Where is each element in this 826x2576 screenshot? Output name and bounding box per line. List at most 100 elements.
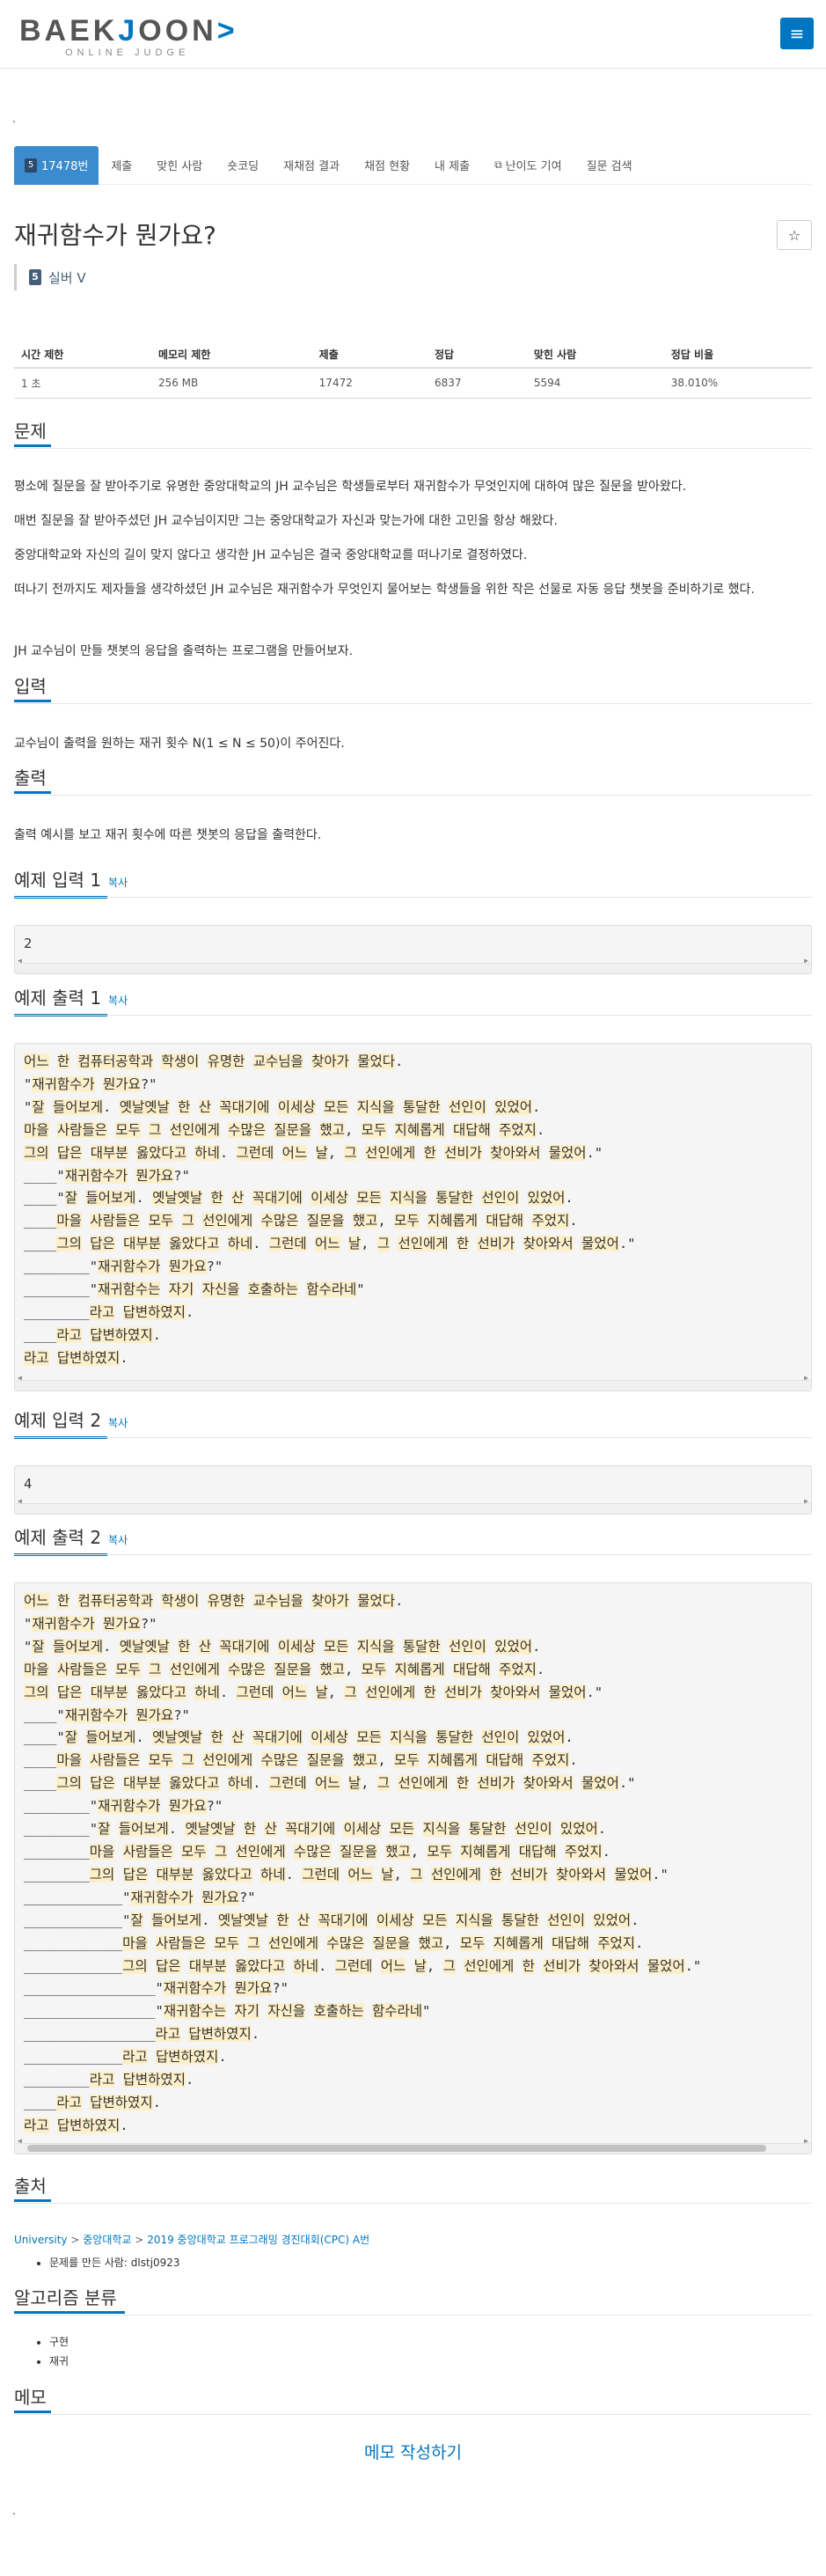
sample-output-line: 그의 답은 대부분 옳았다고 하네. 그런데 어느 날, 그 선인에게 한 선비… bbox=[24, 1144, 603, 1161]
maker-label: 문제를 만든 사람: bbox=[49, 2257, 128, 2269]
tab-2[interactable]: 맞힌 사람 bbox=[144, 146, 215, 185]
hamburger-icon: ≡ bbox=[789, 23, 805, 44]
problem-paragraph-3: 중앙대학교와 자신의 길이 맞지 않다고 생각한 JH 교수님은 결국 중앙대학… bbox=[14, 548, 528, 562]
scroll-right-icon[interactable]: ▶ bbox=[804, 1367, 808, 1390]
tab-label: 제출 bbox=[111, 160, 133, 173]
scroll-right-icon[interactable]: ▶ bbox=[804, 2130, 808, 2153]
section-title-sample-input-1: 예제 입력 1 복사 bbox=[14, 868, 128, 899]
maker-link[interactable]: dlstj0923 bbox=[131, 2257, 180, 2269]
section-divider bbox=[14, 1554, 812, 1555]
write-memo-button[interactable]: 메모 작성하기 bbox=[0, 2440, 826, 2463]
section-underline bbox=[14, 700, 51, 702]
copy-sample-output-1-button[interactable]: 복사 bbox=[108, 994, 128, 1007]
sample-output-line: ____"잘 들어보게. 옛날옛날 한 산 꼭대기에 이세상 모든 지식을 통달… bbox=[24, 1190, 574, 1207]
sample-output-line: ____마을 사람들은 모두 그 선인에게 수많은 질문을 했고, 모두 지혜롭… bbox=[24, 1213, 578, 1229]
section-title-sample-input-1-text: 예제 입력 1 bbox=[14, 870, 102, 891]
scroll-left-icon[interactable]: ◀ bbox=[18, 1367, 22, 1390]
hamburger-menu-button[interactable]: ≡ bbox=[780, 18, 814, 49]
tab-5[interactable]: 채점 현황 bbox=[352, 146, 422, 185]
sample-output-2-box: 어느 한 컴퓨터공학과 학생이 유명한 교수님을 찾아가 물었다. "재귀함수가 … bbox=[14, 1582, 812, 2154]
section-title-problem: 문제 bbox=[14, 419, 51, 447]
tab-8[interactable]: 질문 검색 bbox=[574, 146, 645, 185]
section-title-output-text: 출력 bbox=[14, 767, 47, 789]
tab-3[interactable]: 숏코딩 bbox=[215, 146, 271, 185]
algorithm-item: 재귀 bbox=[49, 2352, 69, 2371]
info-value: 38.010% bbox=[663, 368, 812, 399]
logo-text-left: BAEK bbox=[19, 14, 119, 48]
sample-output-line: "재귀함수가 뭔가요?" bbox=[24, 1075, 157, 1092]
favorite-star-button[interactable]: ☆ bbox=[777, 220, 812, 250]
tier-label: 실버 V bbox=[48, 269, 86, 286]
section-title-sample-input-2-text: 예제 입력 2 bbox=[14, 1410, 102, 1431]
section-divider bbox=[14, 1437, 812, 1438]
site-logo[interactable]: BAEKJOON> ONLINE JUDGE bbox=[19, 16, 238, 58]
sample-output-line: 어느 한 컴퓨터공학과 학생이 유명한 교수님을 찾아가 물었다. bbox=[24, 1593, 404, 1609]
section-title-output: 출력 bbox=[14, 766, 51, 794]
logo-text-accent: J bbox=[118, 14, 139, 48]
scroll-right-icon[interactable]: ▶ bbox=[804, 950, 808, 972]
algorithm-link-implementation[interactable]: 구현 bbox=[49, 2336, 69, 2348]
breadcrumb-separator: > bbox=[70, 2234, 80, 2246]
sample-output-line: ________"재귀함수가 뭔가요?" bbox=[24, 1798, 223, 1815]
breadcrumb-separator: > bbox=[135, 2234, 144, 2246]
info-value: 256 MB bbox=[150, 368, 312, 399]
section-divider bbox=[14, 448, 812, 449]
tab-4[interactable]: 재채점 결과 bbox=[271, 146, 352, 185]
tab-1[interactable]: 제출 bbox=[99, 146, 144, 185]
tab-label: 난이도 기여 bbox=[505, 160, 562, 173]
algorithm-item: 구현 bbox=[49, 2332, 69, 2352]
algorithm-link-recursion[interactable]: 재귀 bbox=[49, 2355, 69, 2367]
scroll-left-icon[interactable]: ◀ bbox=[18, 950, 22, 972]
horizontal-scrollbar[interactable]: ◀ ▶ bbox=[15, 1374, 811, 1391]
scroll-left-icon[interactable]: ◀ bbox=[18, 1490, 22, 1513]
source-link-university[interactable]: University bbox=[14, 2234, 68, 2246]
output-description: 출력 예시를 보고 재귀 횟수에 따른 챗봇의 응답을 출력한다. bbox=[14, 828, 322, 842]
section-title-source-text: 출처 bbox=[14, 2176, 47, 2197]
source-link-cau[interactable]: 중앙대학교 bbox=[83, 2234, 131, 2246]
copy-sample-output-2-button[interactable]: 복사 bbox=[108, 1534, 128, 1546]
sample-output-line: 그의 답은 대부분 옳았다고 하네. 그런데 어느 날, 그 선인에게 한 선비… bbox=[24, 1684, 603, 1700]
sample-output-line: ________"재귀함수는 자기 자신을 호출하는 함수라네" bbox=[24, 1281, 365, 1298]
tab-0[interactable]: 5 17478번 bbox=[14, 145, 99, 185]
section-underline bbox=[14, 2411, 51, 2413]
sample-output-line: 어느 한 컴퓨터공학과 학생이 유명한 교수님을 찾아가 물었다. bbox=[24, 1053, 404, 1069]
source-link-contest[interactable]: 2019 중앙대학교 프로그래밍 경진대회(CPC) bbox=[147, 2234, 349, 2246]
tab-label: 17478번 bbox=[41, 160, 89, 173]
sample-input-1-text: 2 bbox=[24, 936, 33, 951]
problem-paragraph-2: 매번 질문을 잘 받아주셨던 JH 교수님이지만 그는 중앙대학교가 자신과 맞… bbox=[14, 514, 558, 528]
logo-chevron-icon: > bbox=[216, 14, 238, 48]
source-link-problem-letter[interactable]: A번 bbox=[353, 2234, 369, 2246]
section-title-memo-text: 메모 bbox=[14, 2387, 47, 2408]
horizontal-scrollbar[interactable]: ◀ ▶ bbox=[15, 2137, 811, 2154]
section-title-input: 입력 bbox=[14, 674, 51, 702]
section-divider bbox=[14, 2414, 812, 2415]
problem-info-table: 시간 제한 메모리 제한 제출 정답 맞힌 사람 정답 비율 1 초 256 MB 17472… bbox=[14, 341, 812, 399]
sample-output-line: ________라고 답변하였지. bbox=[24, 1303, 194, 1320]
sample-output-line: ____"잘 들어보게. 옛날옛날 한 산 꼭대기에 이세상 모든 지식을 통달… bbox=[24, 1729, 574, 1746]
tab-7[interactable]: ⧉ 난이도 기여 bbox=[482, 146, 574, 185]
sample-output-line: "잘 들어보게. 옛날옛날 한 산 꼭대기에 이세상 모든 지식을 통달한 선인… bbox=[24, 1638, 541, 1655]
sample-input-1-scrollbar[interactable]: ◀ ▶ bbox=[15, 957, 811, 973]
sample-output-line: ________마을 사람들은 모두 그 선인에게 수많은 질문을 했고, 모두… bbox=[24, 1843, 610, 1860]
tier-badge[interactable]: 5 실버 V bbox=[14, 264, 86, 290]
scroll-right-icon[interactable]: ▶ bbox=[804, 1490, 808, 1513]
scroll-left-icon[interactable]: ◀ bbox=[18, 2130, 22, 2153]
section-divider bbox=[14, 703, 812, 704]
section-divider bbox=[14, 897, 812, 898]
sample-output-line: ________________라고 답변하였지. bbox=[24, 2026, 260, 2043]
sample-output-line: 라고 답변하였지. bbox=[24, 1349, 128, 1366]
scrollbar-thumb[interactable] bbox=[27, 2145, 766, 2152]
problem-badge-icon: 5 bbox=[25, 158, 37, 172]
copy-sample-input-2-button[interactable]: 복사 bbox=[108, 1417, 128, 1429]
section-title-input-text: 입력 bbox=[14, 676, 47, 697]
sample-input-2-scrollbar[interactable]: ◀ ▶ bbox=[15, 1497, 811, 1514]
tab-label: 질문 검색 bbox=[586, 160, 632, 173]
info-value: 17472 bbox=[311, 368, 428, 399]
section-underline bbox=[14, 2199, 51, 2202]
tab-6[interactable]: 내 제출 bbox=[422, 146, 482, 185]
section-title-sample-input-2: 예제 입력 2 복사 bbox=[14, 1408, 128, 1439]
tab-label: 재채점 결과 bbox=[283, 160, 340, 173]
copy-sample-input-1-button[interactable]: 복사 bbox=[108, 877, 128, 889]
sample-output-line: "잘 들어보게. 옛날옛날 한 산 꼭대기에 이세상 모든 지식을 통달한 선인… bbox=[24, 1098, 541, 1115]
star-icon: ☆ bbox=[787, 226, 801, 244]
